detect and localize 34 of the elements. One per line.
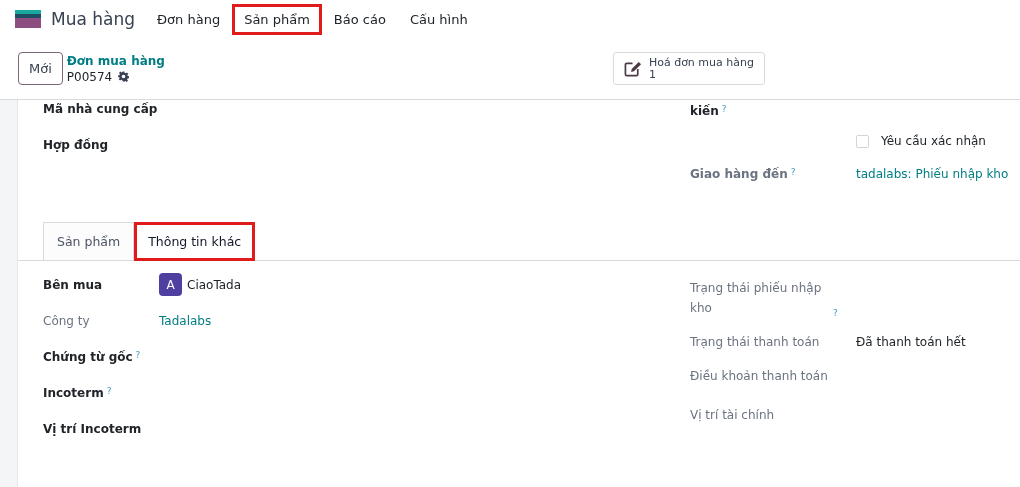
field-label: Bên mua	[43, 278, 103, 292]
app-logo-icon	[15, 10, 41, 28]
app-title[interactable]: Mua hàng	[51, 9, 136, 29]
company-link[interactable]: Tadalabs	[159, 314, 665, 328]
invoice-smart-button[interactable]: Hoá đơn mua hàng 1	[612, 52, 765, 85]
edit-icon	[623, 59, 643, 78]
breadcrumb-link[interactable]: Đơn mua hàng	[66, 52, 165, 69]
record-name: P00574	[66, 68, 113, 85]
menu-item[interactable]: Cấu hình	[397, 3, 480, 35]
field-label: Chứng từ gốc	[43, 350, 133, 364]
field-label: kiến	[690, 104, 719, 118]
deliver-to-link[interactable]: tadalabs: Phiếu nhập kho	[856, 167, 1020, 181]
new-button[interactable]: Mới	[18, 52, 63, 85]
checkbox-label: Yêu cầu xác nhận	[881, 134, 986, 148]
field-label: Điều khoản thanh toán	[690, 368, 828, 385]
user-avatar: A	[159, 273, 182, 296]
field-label: Giao hàng đến	[690, 167, 788, 181]
field-label: Hợp đồng	[43, 138, 110, 152]
user-name[interactable]: CiaoTada	[187, 277, 242, 292]
field-label: Vị trí Incoterm	[43, 422, 142, 436]
field-label: Vị trí tài chính	[690, 407, 775, 424]
field-value: Đã thanh toán hết	[856, 334, 967, 351]
field-label: Mã nhà cung cấp	[43, 102, 159, 116]
field-label: Trạng thái phiếu nhập kho	[690, 280, 823, 317]
field-label: Công ty	[43, 314, 90, 328]
tab[interactable]: Thông tin khác	[134, 222, 256, 261]
field-label: Trạng thái thanh toán	[690, 334, 820, 351]
confirm-checkbox[interactable]	[856, 134, 869, 148]
tab[interactable]: Sản phẩm	[43, 222, 135, 261]
menu-item[interactable]: Báo cáo	[321, 3, 398, 35]
menu-item[interactable]: Sản phẩm	[232, 3, 322, 35]
menu-item[interactable]: Đơn hàng	[145, 3, 233, 35]
settings-icon[interactable]	[118, 71, 130, 82]
field-label: Incoterm	[43, 386, 104, 400]
